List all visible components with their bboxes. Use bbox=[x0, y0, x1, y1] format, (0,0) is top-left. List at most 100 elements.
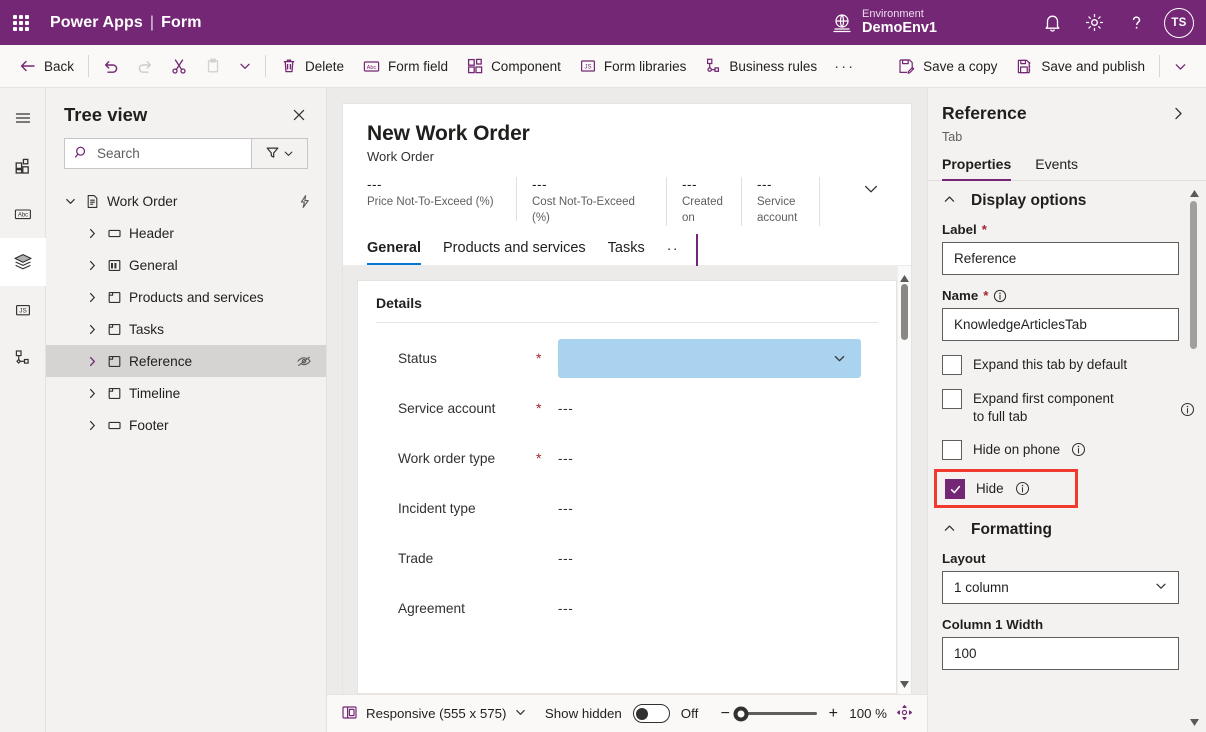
abc-field-icon[interactable]: Abc bbox=[0, 190, 46, 238]
form-tab-products-and-services[interactable]: Products and services bbox=[443, 240, 586, 265]
zoom-slider[interactable] bbox=[733, 706, 818, 721]
redo-icon[interactable] bbox=[128, 51, 162, 82]
header-expand-chevron-down-icon[interactable] bbox=[855, 177, 887, 201]
tree-node-general[interactable]: General bbox=[46, 249, 326, 281]
scrollbar-thumb[interactable] bbox=[901, 284, 908, 341]
tab-events[interactable]: Events bbox=[1035, 156, 1078, 180]
chevron-right-icon[interactable] bbox=[82, 419, 102, 432]
triangle-down-icon[interactable] bbox=[900, 672, 909, 694]
chevron-right-icon[interactable] bbox=[82, 291, 102, 304]
column1-width-input[interactable] bbox=[942, 637, 1179, 671]
environment-picker[interactable]: Environment DemoEnv1 bbox=[831, 8, 937, 37]
checkbox-hide[interactable]: Hide bbox=[934, 469, 1078, 509]
save-options-chevron-icon[interactable] bbox=[1165, 51, 1196, 82]
tree-node-work-order[interactable]: Work Order bbox=[46, 185, 326, 217]
checkbox-expand-first-component-to-full-tab[interactable]: Expand first component to full tab bbox=[942, 388, 1195, 426]
chevron-right-icon[interactable] bbox=[82, 355, 102, 368]
scissors-icon[interactable] bbox=[162, 51, 196, 82]
tree-node-timeline[interactable]: Timeline bbox=[46, 377, 326, 409]
header-field[interactable]: --- Service account bbox=[742, 177, 820, 227]
delete-button[interactable]: Delete bbox=[271, 51, 353, 82]
info-icon[interactable] bbox=[1015, 481, 1030, 496]
canvas-vertical-scrollbar[interactable] bbox=[897, 266, 911, 694]
display-options-group-header[interactable]: Display options bbox=[942, 192, 1179, 210]
components-icon[interactable] bbox=[0, 142, 46, 190]
filter-button[interactable] bbox=[251, 138, 308, 169]
tree-node-footer[interactable]: Footer bbox=[46, 409, 326, 441]
business-rules-button[interactable]: Business rules bbox=[695, 51, 826, 82]
layers-icon[interactable] bbox=[0, 238, 46, 286]
chevron-right-icon[interactable] bbox=[82, 227, 102, 240]
paste-options-chevron-icon[interactable] bbox=[230, 51, 260, 82]
form-tab-tasks[interactable]: Tasks bbox=[608, 240, 645, 265]
triangle-down-icon[interactable] bbox=[1189, 710, 1199, 732]
js-script-icon[interactable]: JS bbox=[0, 286, 46, 334]
back-button[interactable]: Back bbox=[10, 51, 83, 82]
waffle-icon[interactable] bbox=[0, 14, 42, 31]
chevron-up-icon[interactable] bbox=[942, 192, 957, 210]
fit-to-screen-icon[interactable] bbox=[896, 704, 913, 724]
chevron-right-icon[interactable] bbox=[82, 323, 102, 336]
search-input[interactable] bbox=[97, 146, 242, 161]
question-mark-icon[interactable] bbox=[1117, 4, 1155, 42]
gear-icon[interactable] bbox=[1075, 4, 1113, 42]
show-hidden-control[interactable]: Show hidden Off bbox=[545, 704, 698, 723]
form-row-incident-type[interactable]: Incident type --- bbox=[376, 483, 878, 533]
tab-properties[interactable]: Properties bbox=[942, 156, 1012, 181]
chevron-right-icon[interactable] bbox=[82, 259, 102, 272]
bell-icon[interactable] bbox=[1033, 4, 1071, 42]
formatting-group-header[interactable]: Formatting bbox=[942, 521, 1179, 539]
checkbox[interactable] bbox=[942, 389, 962, 409]
zoom-in-button[interactable]: + bbox=[826, 705, 840, 722]
checkbox-hide-on-phone[interactable]: Hide on phone bbox=[942, 439, 1179, 461]
form-row-status[interactable]: Status * bbox=[376, 333, 878, 383]
name-input[interactable] bbox=[942, 308, 1179, 341]
chevron-right-icon[interactable] bbox=[82, 387, 102, 400]
lightning-bolt-icon[interactable] bbox=[297, 194, 312, 209]
save-and-publish-button[interactable]: Save and publish bbox=[1006, 51, 1154, 82]
save-a-copy-button[interactable]: Save a copy bbox=[888, 51, 1006, 82]
header-field[interactable]: --- Cost Not-To-Exceed (%) bbox=[517, 177, 667, 227]
search-box[interactable] bbox=[64, 138, 251, 169]
header-field[interactable]: --- Price Not-To-Exceed (%) bbox=[367, 177, 517, 221]
chevron-down-icon[interactable] bbox=[60, 195, 80, 208]
label-input[interactable] bbox=[942, 242, 1179, 275]
show-hidden-toggle[interactable] bbox=[632, 704, 670, 723]
form-tab-overflow[interactable]: ·· bbox=[667, 240, 679, 265]
clipboard-icon[interactable] bbox=[196, 51, 230, 82]
tree-node-tasks[interactable]: Tasks bbox=[46, 313, 326, 345]
chevron-down-icon[interactable] bbox=[514, 706, 527, 722]
responsive-layout-selector[interactable]: Responsive (555 x 575) bbox=[341, 704, 527, 724]
status-dropdown[interactable] bbox=[558, 338, 861, 378]
overflow-menu-icon[interactable]: ··· bbox=[826, 51, 863, 82]
checkbox[interactable] bbox=[945, 479, 965, 500]
scrollbar-thumb[interactable] bbox=[1190, 201, 1197, 349]
avatar[interactable]: TS bbox=[1164, 7, 1194, 38]
close-icon[interactable] bbox=[288, 104, 310, 126]
form-row-trade[interactable]: Trade --- bbox=[376, 533, 878, 583]
triangle-up-icon[interactable] bbox=[1189, 181, 1199, 203]
details-section[interactable]: Details Status * Service account * --- W… bbox=[357, 280, 897, 694]
info-icon[interactable] bbox=[1071, 442, 1086, 457]
form-tab-general[interactable]: General bbox=[367, 240, 421, 266]
checkbox-expand-this-tab-by-default[interactable]: Expand this tab by default bbox=[942, 354, 1179, 375]
zoom-out-button[interactable]: − bbox=[718, 705, 732, 722]
tree-node-header[interactable]: Header bbox=[46, 217, 326, 249]
business-rules-icon[interactable] bbox=[0, 334, 46, 382]
undo-icon[interactable] bbox=[94, 51, 128, 82]
properties-vertical-scrollbar[interactable] bbox=[1187, 181, 1201, 732]
tree-node-reference[interactable]: Reference bbox=[46, 345, 326, 377]
chevron-right-icon[interactable] bbox=[1167, 102, 1190, 125]
tree-node-products-and-services[interactable]: Products and services bbox=[46, 281, 326, 313]
info-icon[interactable] bbox=[993, 289, 1007, 303]
layout-select[interactable]: 1 column bbox=[942, 571, 1179, 605]
form-row-service-account[interactable]: Service account * --- bbox=[376, 383, 878, 433]
header-field[interactable]: --- Created on bbox=[667, 177, 742, 227]
form-libraries-button[interactable]: JS Form libraries bbox=[570, 51, 696, 82]
component-button[interactable]: Component bbox=[457, 51, 570, 82]
zoom-slider-thumb[interactable] bbox=[733, 706, 749, 721]
form-field-button[interactable]: Abc Form field bbox=[353, 51, 457, 82]
form-row-work-order-type[interactable]: Work order type * --- bbox=[376, 433, 878, 483]
form-row-agreement[interactable]: Agreement --- bbox=[376, 583, 878, 633]
checkbox[interactable] bbox=[942, 440, 962, 461]
